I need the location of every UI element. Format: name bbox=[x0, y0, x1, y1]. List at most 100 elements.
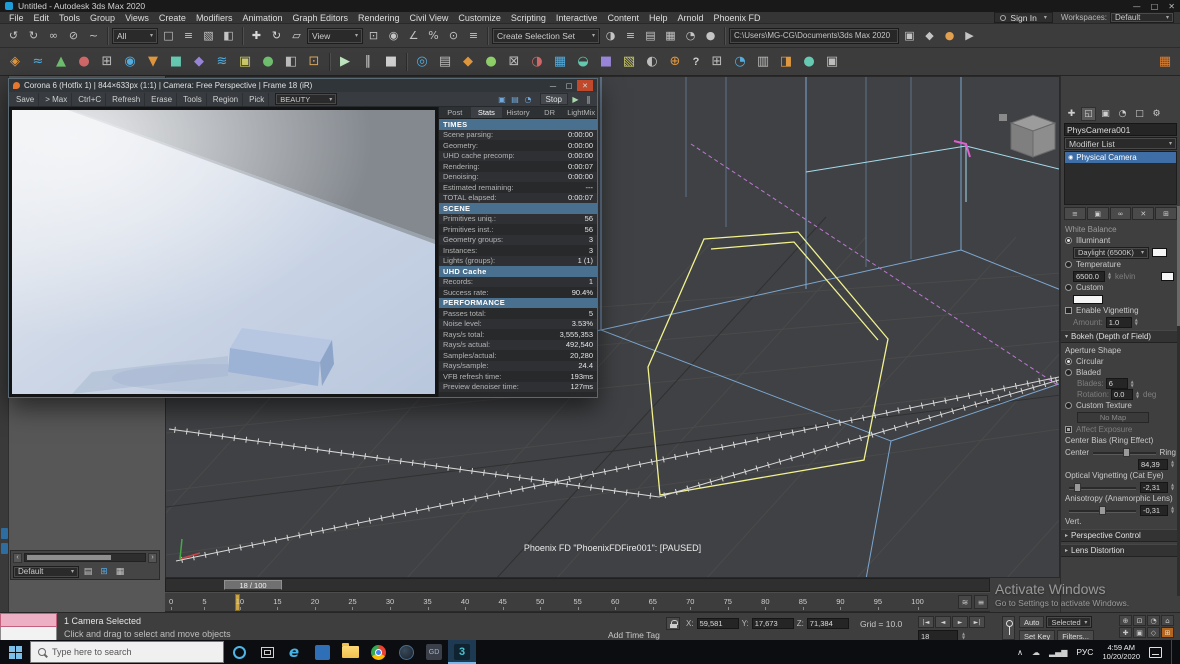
time-slider[interactable]: 18 / 100 bbox=[165, 578, 990, 592]
toolbar-icon[interactable]: ∞ bbox=[44, 27, 63, 45]
menu-item[interactable]: Graph Editors bbox=[287, 13, 353, 23]
corona-toolbar-button[interactable]: Pick bbox=[245, 93, 269, 106]
toolbar-icon[interactable]: ◑ bbox=[526, 51, 548, 73]
stack-tool-button[interactable]: ⊞ bbox=[1155, 207, 1177, 220]
menu-item[interactable]: Content bbox=[602, 13, 644, 23]
maxscript-mini-listener[interactable] bbox=[0, 613, 57, 641]
custom-texture-radio[interactable]: Custom Texture bbox=[1061, 400, 1180, 411]
toolbar-icon[interactable]: ▲ bbox=[50, 51, 72, 73]
corona-maximize-button[interactable]: □ bbox=[561, 80, 577, 91]
toolbar-icon[interactable]: ● bbox=[798, 51, 820, 73]
playback-icon[interactable]: ∥ bbox=[357, 51, 379, 73]
playback-icon[interactable]: ■ bbox=[380, 51, 402, 73]
toolbar-icon[interactable]: ⊞ bbox=[96, 51, 118, 73]
toolbar-icon[interactable]: ◆ bbox=[457, 51, 479, 73]
toolbar-icon[interactable]: ◈ bbox=[4, 51, 26, 73]
toolbar-icon[interactable]: ◉ bbox=[384, 27, 403, 45]
menu-item[interactable]: Edit bbox=[29, 13, 55, 23]
toolbar-icon[interactable]: ▣ bbox=[900, 27, 919, 45]
toolbar-icon[interactable]: ▦ bbox=[549, 51, 571, 73]
enable-vignetting-checkbox[interactable]: Enable Vignetting bbox=[1061, 305, 1180, 316]
command-panel-tab[interactable]: ⚙ bbox=[1149, 107, 1164, 121]
stack-tool-button[interactable]: ▣ bbox=[1087, 207, 1109, 220]
render-control-icon[interactable]: ∥ bbox=[583, 94, 594, 105]
corona-toolbar-button[interactable]: Ctrl+C bbox=[74, 93, 106, 106]
temperature-field[interactable]: 6500.0 bbox=[1073, 271, 1105, 282]
menu-item[interactable]: Modifiers bbox=[191, 13, 238, 23]
corona-stats-tab[interactable]: Stats bbox=[471, 107, 503, 118]
rotation-field[interactable]: 0.0 bbox=[1111, 389, 1133, 400]
toolbar-icon[interactable]: ■ bbox=[595, 51, 617, 73]
listener-macro-row[interactable] bbox=[0, 613, 57, 627]
minibar-icon[interactable]: ▤ bbox=[81, 566, 95, 578]
circular-radio[interactable]: Circular bbox=[1061, 356, 1180, 367]
toolbar-icon[interactable]: ▤ bbox=[434, 51, 456, 73]
playback-button[interactable]: ◄ bbox=[935, 616, 951, 628]
corona-toolbar-button[interactable]: > Max bbox=[41, 93, 72, 106]
close-button[interactable]: ✕ bbox=[1168, 2, 1175, 11]
track-bar-options-button[interactable]: ≡ bbox=[974, 595, 988, 609]
playback-button[interactable]: ►| bbox=[969, 616, 985, 628]
mini-curve-editor-button[interactable]: ≋ bbox=[958, 595, 972, 609]
command-panel-tab[interactable]: □ bbox=[1132, 107, 1147, 121]
listener-script-row[interactable] bbox=[0, 627, 57, 641]
toolbar-icon[interactable]: ▤ bbox=[641, 27, 660, 45]
x-coordinate-field[interactable]: 59,581 bbox=[697, 618, 739, 629]
viewcube[interactable] bbox=[999, 114, 1055, 157]
optical-vignetting-field[interactable]: -2,31 bbox=[1140, 482, 1168, 493]
selection-filter-dropdown[interactable]: All▾ bbox=[112, 28, 158, 44]
viewport-nav-button[interactable]: ▣ bbox=[1133, 627, 1146, 638]
viewport-nav-button[interactable]: ⊞ bbox=[1161, 627, 1174, 638]
maximize-button[interactable]: □ bbox=[1151, 2, 1159, 11]
corona-stats-tab[interactable]: History bbox=[502, 107, 534, 118]
menu-item[interactable]: Create bbox=[154, 13, 191, 23]
toolbar-icon[interactable]: ≡ bbox=[179, 27, 198, 45]
corona-icon-button[interactable]: ◔ bbox=[523, 94, 534, 105]
viewport-nav-button[interactable]: ⌂ bbox=[1161, 615, 1174, 626]
taskbar-app-edge[interactable]: e bbox=[280, 640, 308, 664]
modifier-stack[interactable]: ◉ Physical Camera bbox=[1064, 151, 1177, 205]
illuminant-dropdown[interactable]: Daylight (6500K)▾ bbox=[1073, 247, 1149, 259]
corona-icon-button[interactable]: ▤ bbox=[510, 94, 521, 105]
set-keys-button[interactable] bbox=[1002, 616, 1015, 640]
corona-titlebar[interactable]: Corona 6 (Hotfix 1) | 844×633px (1:1) | … bbox=[9, 79, 597, 92]
corona-stats-tab[interactable]: LightMix bbox=[565, 107, 597, 118]
stack-tool-button[interactable]: ∞ bbox=[1110, 207, 1132, 220]
scroll-right-button[interactable]: › bbox=[148, 553, 157, 563]
toolbar-icon[interactable]: ▧ bbox=[199, 27, 218, 45]
tray-icon[interactable]: ▂▄▆ bbox=[1049, 648, 1067, 657]
stack-tool-button[interactable]: ≡ bbox=[1064, 207, 1086, 220]
viewport-nav-button[interactable]: ◇ bbox=[1147, 627, 1160, 638]
rollout-perspective-control[interactable]: ▸Perspective Control bbox=[1061, 529, 1180, 542]
menu-item[interactable]: Interactive bbox=[551, 13, 603, 23]
help-button[interactable]: ? bbox=[687, 53, 705, 71]
taskbar-app-blue[interactable] bbox=[308, 640, 336, 664]
toolbar-icon[interactable]: ◑ bbox=[601, 27, 620, 45]
custom-color-swatch[interactable] bbox=[1073, 295, 1103, 304]
no-map-button[interactable]: No Map bbox=[1077, 412, 1149, 423]
taskbar-app-chrome[interactable] bbox=[364, 640, 392, 664]
mini-scrollbar[interactable] bbox=[24, 553, 146, 562]
taskbar-app-gd[interactable]: GD bbox=[420, 640, 448, 664]
viewport-nav-button[interactable]: ⊡ bbox=[1133, 615, 1146, 626]
scroll-left-button[interactable]: ‹ bbox=[13, 553, 22, 563]
toolbar-icon[interactable]: ↻ bbox=[24, 27, 43, 45]
minibar-icon[interactable]: ▦ bbox=[113, 566, 127, 578]
toolbar-icon[interactable]: ◆ bbox=[920, 27, 939, 45]
toolbar-icon[interactable]: ↻ bbox=[267, 27, 286, 45]
show-desktop-button[interactable] bbox=[1171, 640, 1175, 664]
toolbar-icon[interactable]: ● bbox=[257, 51, 279, 73]
toolbar-icon[interactable]: ◔ bbox=[729, 51, 751, 73]
toolbar-icon[interactable]: ▶ bbox=[960, 27, 979, 45]
toolbar-icon[interactable]: ◆ bbox=[188, 51, 210, 73]
toolbar-icon[interactable]: ▱ bbox=[287, 27, 306, 45]
auto-key-button[interactable]: Auto bbox=[1019, 616, 1044, 628]
toolbar-icon[interactable]: ◧ bbox=[219, 27, 238, 45]
key-selection-dropdown[interactable]: Selected▾ bbox=[1046, 616, 1092, 628]
taskbar-search-input[interactable]: Type here to search bbox=[30, 641, 224, 663]
playback-icon[interactable]: ▶ bbox=[334, 51, 356, 73]
viewport-nav-button[interactable]: ⊕ bbox=[1119, 615, 1132, 626]
taskbar-clock[interactable]: 4:59 AM10/20/2020 bbox=[1102, 643, 1140, 661]
command-panel-tab[interactable]: ◔ bbox=[1115, 107, 1130, 121]
blades-field[interactable]: 6 bbox=[1106, 378, 1128, 389]
